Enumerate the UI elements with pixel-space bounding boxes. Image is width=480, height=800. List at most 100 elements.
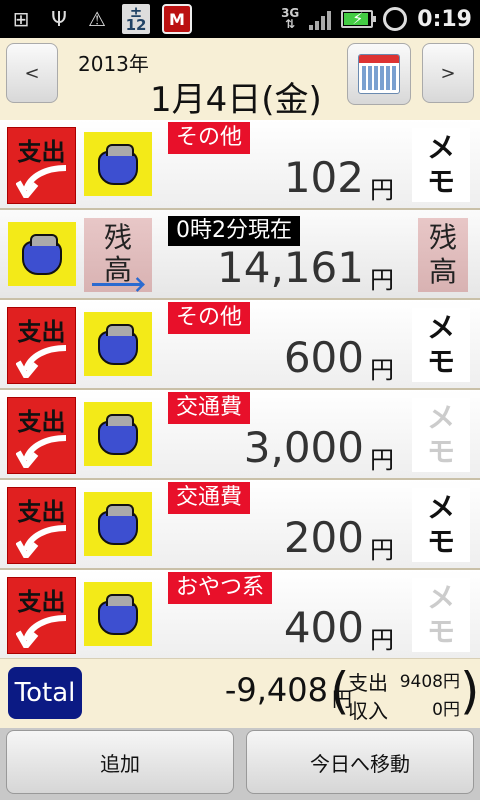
signal-strength-icon (309, 8, 332, 30)
memo-char: メ (426, 401, 455, 434)
wallet-purse-icon (84, 312, 152, 376)
calendar-button[interactable] (347, 43, 411, 105)
memo-char: モ (426, 165, 455, 198)
expense-badge: 支出 (7, 487, 76, 564)
income-breakdown-value: 0円 (432, 700, 460, 720)
entry-row[interactable]: 支出 交通費 200 円 メモ (0, 480, 480, 570)
memo-button[interactable]: メモ (412, 128, 470, 202)
memo-button[interactable]: メモ (412, 308, 470, 382)
expense-label: 支出 (17, 318, 66, 346)
yen-unit: 円 (370, 356, 394, 384)
expense-label: 支出 (17, 138, 66, 166)
go-to-today-button[interactable]: 今日へ移動 (246, 730, 474, 794)
expense-badge: 支出 (7, 577, 76, 654)
wallet-purse-icon (84, 132, 152, 196)
calendar-notification-icon: ± 12 (122, 4, 150, 34)
date-label: 1月4日(金) (150, 80, 322, 120)
warning-icon: ⚠ (88, 7, 106, 31)
entry-row[interactable]: 支出 その他 600 円 メモ (0, 300, 480, 390)
bottom-action-bar: 追加 今日へ移動 (0, 728, 480, 800)
mcafee-icon: M (162, 4, 192, 34)
battery-charging-icon: ⚡ (341, 9, 377, 28)
previous-day-button[interactable]: < (6, 43, 58, 103)
memo-char: メ (426, 131, 455, 164)
amount-value: 400 (283, 603, 364, 652)
expense-breakdown: 支出 9408円 (348, 667, 464, 695)
year-label: 2013年 (78, 52, 149, 76)
balance-char: 高 (428, 255, 457, 288)
yen-unit: 円 (370, 446, 394, 474)
category-label: おやつ系 (168, 572, 273, 604)
total-bar: Total -9,408 円 ( 支出 9408円 収入 0円 ) (0, 658, 480, 728)
curved-arrow-icon (16, 345, 67, 378)
amount-value: 200 (283, 513, 364, 562)
expense-badge: 支出 (7, 307, 76, 384)
entry-row[interactable]: 支出 おやつ系 400 円 メモ (0, 570, 480, 658)
yen-unit: 円 (370, 536, 394, 564)
expense-label: 支出 (17, 498, 66, 526)
category-label: その他 (168, 302, 251, 334)
expense-badge: 支出 (7, 127, 76, 204)
expense-label: 支出 (17, 408, 66, 436)
total-amount: -9,408 (224, 671, 328, 709)
balance-amount: 14,161 (217, 243, 364, 292)
entry-list: 支出 その他 102 円 メモ 残 高 0時2分現在 14,161 円 残高 支… (0, 120, 480, 658)
memo-char: メ (426, 581, 455, 614)
memo-char: モ (426, 615, 455, 648)
income-breakdown: 収入 0円 (348, 695, 464, 723)
yen-unit: 円 (370, 626, 394, 654)
memo-char: モ (426, 525, 455, 558)
curved-arrow-icon (16, 615, 67, 648)
wallet-purse-icon (84, 492, 152, 556)
expense-breakdown-value: 9408円 (399, 672, 460, 692)
balance-button[interactable]: 残高 (418, 218, 468, 292)
expense-badge: 支出 (7, 397, 76, 474)
curved-arrow-icon (16, 525, 67, 558)
wallet-purse-icon (8, 222, 76, 286)
category-label: 交通費 (168, 482, 251, 514)
open-paren: ( (330, 662, 350, 720)
income-breakdown-label: 収入 (348, 699, 388, 723)
wallet-purse-icon (84, 582, 152, 646)
memo-char: メ (426, 311, 455, 344)
category-label: 交通費 (168, 392, 251, 424)
yen-unit: 円 (370, 266, 394, 294)
network-type-icon: 3G ⇅ (281, 6, 300, 31)
close-paren: ) (460, 662, 480, 720)
network-type-label: 3G (281, 6, 300, 20)
alarm-clock-icon (383, 7, 408, 31)
memo-button[interactable]: メモ (412, 398, 470, 472)
add-entry-button[interactable]: 追加 (6, 730, 234, 794)
date-header: < 2013年 1月4日(金) > (0, 38, 480, 120)
amount-value: 3,000 (243, 423, 364, 472)
memo-char: モ (426, 435, 455, 468)
balance-row[interactable]: 残 高 0時2分現在 14,161 円 残高 (0, 210, 480, 300)
amount-value: 102 (283, 153, 364, 202)
balance-tag: 残 高 (84, 218, 152, 292)
memo-char: メ (426, 491, 455, 524)
balance-char: 残 (428, 221, 457, 254)
category-label: その他 (168, 122, 251, 154)
expense-label: 支出 (17, 588, 66, 616)
memo-button[interactable]: メモ (412, 578, 470, 652)
next-day-button[interactable]: > (422, 43, 474, 103)
right-arrow-icon (92, 283, 142, 286)
memo-char: モ (426, 345, 455, 378)
memo-button[interactable]: メモ (412, 488, 470, 562)
add-notification-icon: ⊞ (12, 7, 30, 31)
entry-row[interactable]: 支出 交通費 3,000 円 メモ (0, 390, 480, 480)
curved-arrow-icon (16, 165, 67, 198)
amount-value: 600 (283, 333, 364, 382)
entry-row[interactable]: 支出 その他 102 円 メモ (0, 120, 480, 210)
status-time: 0:19 (417, 6, 472, 32)
calendar-icon-day: 12 (125, 16, 147, 34)
status-bar: ⊞ Ψ ⚠ ± 12 M 3G ⇅ ⚡ 0:19 (0, 0, 480, 38)
curved-arrow-icon (16, 435, 67, 468)
wallet-purse-icon (84, 402, 152, 466)
total-button[interactable]: Total (8, 667, 82, 719)
usb-icon: Ψ (51, 7, 67, 31)
yen-unit: 円 (370, 176, 394, 204)
balance-tag-char: 残 (103, 221, 132, 254)
calendar-icon (358, 54, 400, 94)
expense-breakdown-label: 支出 (348, 671, 388, 695)
